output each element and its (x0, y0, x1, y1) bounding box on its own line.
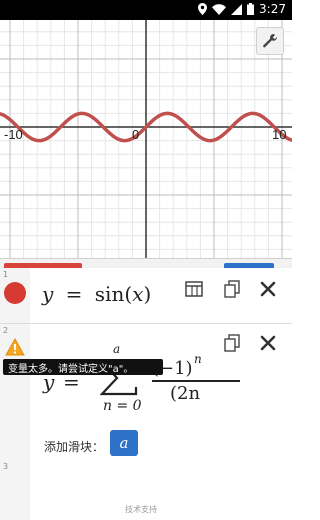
left-paren: ( (124, 282, 133, 306)
warning-tooltip: 变量太多。请尝试定义"a"。 (3, 359, 163, 375)
argument-variable: x (132, 282, 144, 306)
row-gutter: 3 (0, 460, 30, 520)
battery-icon (247, 3, 255, 15)
watermark-text: 技术支持 (125, 505, 157, 514)
expression-row-1-body[interactable]: 1 y = sin(x) (0, 268, 292, 324)
location-icon (198, 3, 208, 15)
warning-icon[interactable] (5, 338, 25, 356)
expression-index: 1 (3, 270, 9, 279)
status-time: 3:27 (259, 2, 286, 16)
numerator-exponent: n (194, 352, 202, 366)
sum-upper-limit: a (113, 342, 121, 356)
expression-index: 3 (3, 462, 9, 471)
expression-1-math[interactable]: y = sin(x) (42, 282, 151, 306)
x-tick-label-neg10: -10 (4, 127, 23, 142)
add-slider-label: 添加滑块： (44, 440, 105, 454)
sin-function: sin (94, 282, 125, 306)
row-gutter: 2 (0, 324, 30, 460)
duplicate-icon (224, 280, 240, 298)
duplicate-icon (224, 334, 240, 352)
x-tick-label-0: 0 (132, 127, 139, 142)
expression-index: 2 (3, 326, 9, 335)
right-paren: ) (143, 282, 152, 306)
fraction-bar (152, 380, 240, 382)
row-gutter: 1 (0, 268, 30, 323)
table-icon (185, 281, 203, 297)
x-tick-label-10: 10 (272, 127, 286, 142)
sum-lower-limit: n = 0 (103, 398, 142, 414)
add-slider-a-button[interactable]: a (110, 430, 138, 456)
status-bar: 3:27 (0, 0, 292, 20)
signal-icon (231, 3, 243, 15)
duplicate-button[interactable] (221, 278, 243, 300)
close-icon (260, 281, 276, 297)
wrench-icon (263, 34, 278, 48)
lhs-variable: y (42, 282, 54, 306)
duplicate-button[interactable] (221, 332, 243, 354)
delete-expression-button[interactable] (257, 332, 279, 354)
graph-canvas[interactable]: -10 0 10 (0, 20, 292, 258)
wifi-icon (212, 3, 227, 15)
table-button[interactable] (183, 278, 205, 300)
denominator: (2n (170, 383, 201, 404)
close-icon (260, 335, 276, 351)
equals-sign: = (65, 282, 83, 306)
delete-expression-button[interactable] (257, 278, 279, 300)
graph-settings-button[interactable] (256, 27, 284, 55)
color-toggle-dot[interactable] (4, 282, 26, 304)
